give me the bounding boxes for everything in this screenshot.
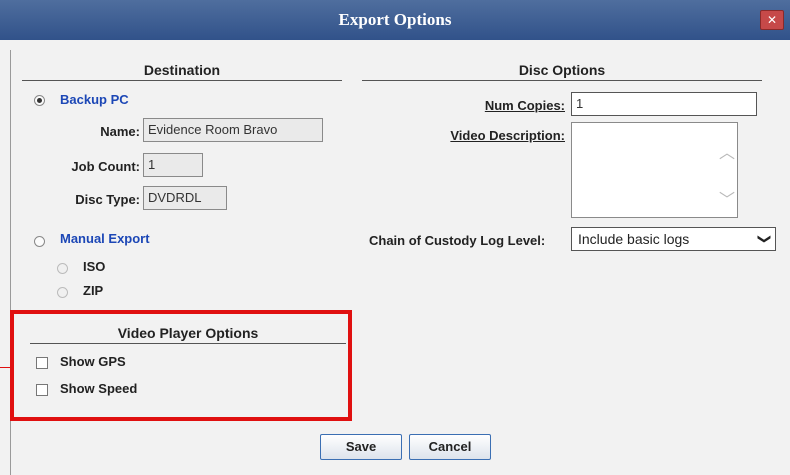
name-field: Evidence Room Bravo — [143, 118, 323, 142]
video-description-label: Video Description: — [450, 128, 565, 143]
save-button[interactable]: Save — [320, 434, 402, 460]
disc-type-label: Disc Type: — [75, 192, 140, 207]
manual-export-label[interactable]: Manual Export — [60, 231, 150, 246]
zip-radio[interactable] — [57, 287, 68, 298]
chain-of-custody-select[interactable]: Include basic logs ❯ — [571, 227, 776, 251]
destination-heading: Destination — [22, 62, 342, 81]
job-count-field: 1 — [143, 153, 203, 177]
name-label: Name: — [100, 124, 140, 139]
video-description-textarea[interactable] — [571, 122, 738, 218]
dialog-title: Export Options — [338, 10, 452, 29]
zip-label: ZIP — [83, 283, 104, 298]
backup-pc-label[interactable]: Backup PC — [60, 92, 129, 107]
chain-of-custody-value: Include basic logs — [578, 231, 690, 247]
chevron-down-icon: ❯ — [756, 233, 772, 245]
iso-radio[interactable] — [57, 263, 68, 274]
title-bar: Export Options ✕ — [0, 0, 790, 40]
manual-export-radio[interactable] — [34, 236, 45, 247]
backup-pc-radio[interactable] — [34, 95, 45, 106]
iso-label: ISO — [83, 259, 106, 274]
chevron-up-icon[interactable]: ︿ — [719, 139, 735, 163]
job-count-label: Job Count: — [71, 159, 140, 174]
disc-options-heading: Disc Options — [362, 62, 762, 81]
disc-type-field: DVDRDL — [143, 186, 227, 210]
num-copies-input[interactable]: 1 — [571, 92, 757, 116]
chain-of-custody-label: Chain of Custody Log Level: — [369, 233, 546, 248]
highlight-box — [10, 310, 352, 421]
num-copies-label: Num Copies: — [484, 98, 565, 113]
callout-line — [0, 367, 12, 368]
export-options-dialog: Export Options ✕ Destination Backup PC N… — [0, 0, 790, 475]
chevron-down-icon[interactable]: ﹀ — [719, 186, 735, 210]
close-icon[interactable]: ✕ — [760, 10, 784, 30]
cancel-button[interactable]: Cancel — [409, 434, 491, 460]
